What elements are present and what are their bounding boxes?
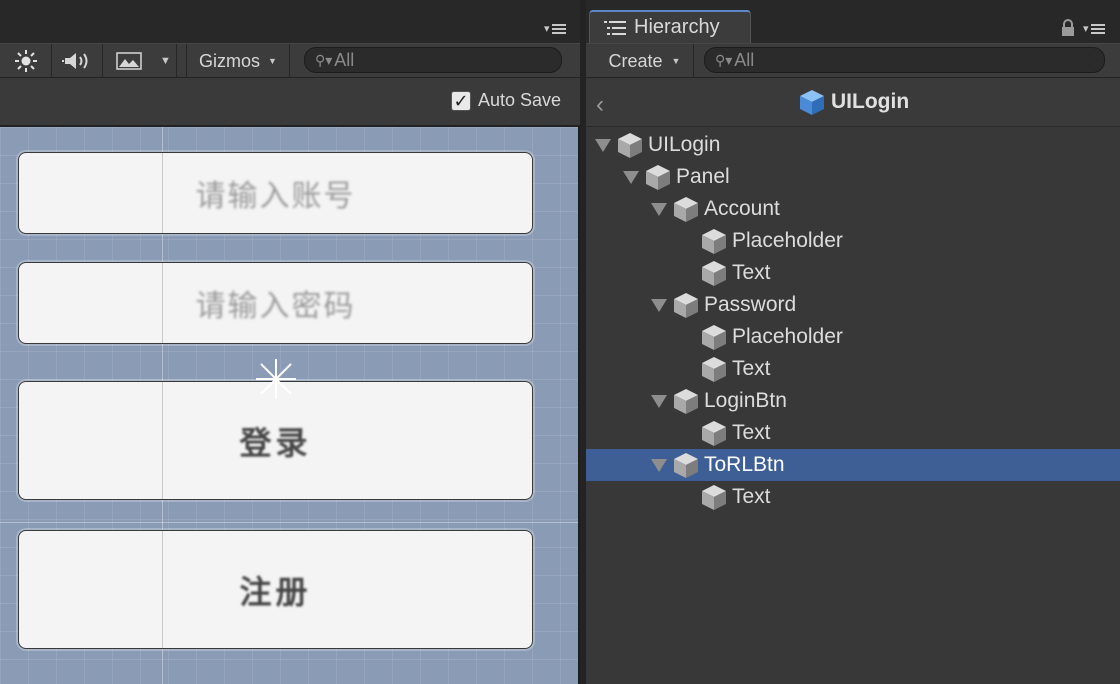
- register-button-preview[interactable]: 注册: [18, 530, 533, 649]
- password-input-preview[interactable]: 请输入密码: [18, 262, 533, 344]
- sun-icon: [14, 50, 37, 72]
- foldout-arrow-icon[interactable]: [622, 169, 640, 185]
- hierarchy-row-uilogin[interactable]: UILogin: [586, 129, 1120, 161]
- gameobject-cube-icon: [702, 325, 726, 350]
- hierarchy-row-password[interactable]: Password: [586, 289, 1120, 321]
- hierarchy-row-torlbtn[interactable]: ToRLBtn: [586, 449, 1120, 481]
- gameobject-cube-icon: [646, 165, 670, 190]
- rect-transform-pivot-icon[interactable]: [252, 355, 300, 403]
- account-input-preview[interactable]: 请输入账号: [18, 152, 533, 234]
- search-placeholder: All: [334, 49, 355, 70]
- scene-view-panel: ▾ ▼ Gizmos ▼ ⚲▾ All ✓ Auto Save 请输入账号 请输…: [0, 0, 580, 684]
- effects-toggle[interactable]: [103, 44, 155, 78]
- gameobject-cube-icon: [618, 133, 642, 158]
- gameobject-cube-icon: [702, 229, 726, 254]
- gameobject-cube-icon: [702, 357, 726, 382]
- gameobject-cube-icon: [702, 261, 726, 286]
- prefab-cube-icon: [800, 90, 824, 115]
- row-label: Text: [732, 261, 771, 284]
- prefab-title-label: UILogin: [831, 90, 910, 113]
- row-label: Text: [732, 357, 771, 380]
- row-label: Text: [732, 485, 771, 508]
- hierarchy-row-password-text[interactable]: Text: [586, 353, 1120, 385]
- speaker-icon: [62, 53, 88, 69]
- hierarchy-row-torlbtn-text[interactable]: Text: [586, 481, 1120, 513]
- canvas-guide-horizontal: [0, 522, 578, 523]
- row-label: Password: [704, 293, 797, 316]
- create-label: Create: [608, 50, 663, 71]
- prefab-mode-header: ‹ UILogin: [586, 78, 1120, 127]
- hierarchy-search-input[interactable]: ⚲▾ All: [704, 47, 1105, 73]
- scene-toolbar: ▼ Gizmos ▼ ⚲▾ All: [0, 43, 580, 78]
- foldout-arrow-icon[interactable]: [650, 457, 668, 473]
- audio-toggle[interactable]: [52, 44, 103, 78]
- gizmos-label: Gizmos: [199, 50, 261, 71]
- gameobject-cube-icon: [702, 421, 726, 446]
- row-label: Panel: [676, 165, 730, 188]
- lighting-toggle[interactable]: [0, 44, 52, 78]
- search-icon: ⚲▾: [715, 51, 733, 68]
- row-label: Text: [732, 421, 771, 444]
- tab-hierarchy-label: Hierarchy: [634, 16, 720, 38]
- hierarchy-list-icon: [604, 20, 626, 35]
- hierarchy-row-loginbtn[interactable]: LoginBtn: [586, 385, 1120, 417]
- hierarchy-row-account-text[interactable]: Text: [586, 257, 1120, 289]
- back-arrow-icon[interactable]: ‹: [596, 91, 604, 119]
- scene-options-bar: ✓ Auto Save: [0, 78, 580, 127]
- lock-icon[interactable]: [1060, 19, 1076, 37]
- gameobject-cube-icon: [702, 485, 726, 510]
- row-label: ToRLBtn: [704, 453, 785, 476]
- chevron-down-icon: ▼: [671, 56, 681, 66]
- hierarchy-row-account-placeholder[interactable]: Placeholder: [586, 225, 1120, 257]
- account-placeholder-text: 请输入账号: [195, 179, 356, 214]
- panel-menu-icon[interactable]: ▾: [1083, 22, 1105, 35]
- gameobject-cube-icon: [674, 389, 698, 414]
- chevron-down-icon: ▼: [160, 55, 171, 67]
- row-label: Placeholder: [732, 325, 843, 348]
- tab-hierarchy[interactable]: Hierarchy: [589, 10, 751, 43]
- gameobject-cube-icon: [674, 453, 698, 478]
- scene-search-input[interactable]: ⚲▾ All: [304, 47, 562, 73]
- foldout-arrow-icon[interactable]: [650, 201, 668, 217]
- search-placeholder: All: [734, 49, 755, 70]
- foldout-arrow-icon[interactable]: [650, 393, 668, 409]
- scene-tab-strip: ▾: [0, 0, 580, 43]
- effects-dropdown[interactable]: ▼: [155, 44, 177, 78]
- hierarchy-toolbar: Create ▼ ⚲▾ All: [586, 43, 1120, 78]
- register-button-text: 注册: [239, 572, 312, 611]
- panel-menu-icon[interactable]: ▾: [544, 22, 566, 35]
- foldout-arrow-icon[interactable]: [650, 297, 668, 313]
- create-dropdown[interactable]: Create ▼: [596, 44, 694, 78]
- autosave-label: Auto Save: [478, 90, 562, 110]
- hierarchy-row-panel[interactable]: Panel: [586, 161, 1120, 193]
- gameobject-cube-icon: [674, 293, 698, 318]
- row-label: Placeholder: [732, 229, 843, 252]
- foldout-arrow-icon[interactable]: [594, 137, 612, 153]
- gameobject-cube-icon: [674, 197, 698, 222]
- hierarchy-row-password-placeholder[interactable]: Placeholder: [586, 321, 1120, 353]
- password-placeholder-text: 请输入密码: [195, 289, 356, 324]
- login-button-text: 登录: [239, 423, 312, 462]
- hierarchy-row-account[interactable]: Account: [586, 193, 1120, 225]
- chevron-down-icon: ▼: [268, 56, 277, 66]
- landscape-image-icon: [116, 52, 142, 70]
- hierarchy-tab-strip: Hierarchy ▾: [586, 0, 1120, 43]
- scene-viewport[interactable]: 请输入账号 请输入密码 登录 注册: [0, 127, 578, 684]
- hierarchy-row-loginbtn-text[interactable]: Text: [586, 417, 1120, 449]
- autosave-checkbox[interactable]: ✓: [451, 90, 471, 111]
- prefab-title: UILogin: [798, 88, 909, 116]
- gizmos-dropdown[interactable]: Gizmos ▼: [186, 44, 290, 78]
- row-label: UILogin: [648, 133, 721, 156]
- row-label: LoginBtn: [704, 389, 787, 412]
- autosave-toggle[interactable]: ✓ Auto Save: [451, 90, 561, 111]
- hierarchy-panel: Hierarchy ▾ Create ▼ ⚲▾ All ‹ UILogin UI…: [586, 0, 1120, 684]
- row-label: Account: [704, 197, 780, 220]
- search-icon: ⚲▾: [315, 51, 333, 68]
